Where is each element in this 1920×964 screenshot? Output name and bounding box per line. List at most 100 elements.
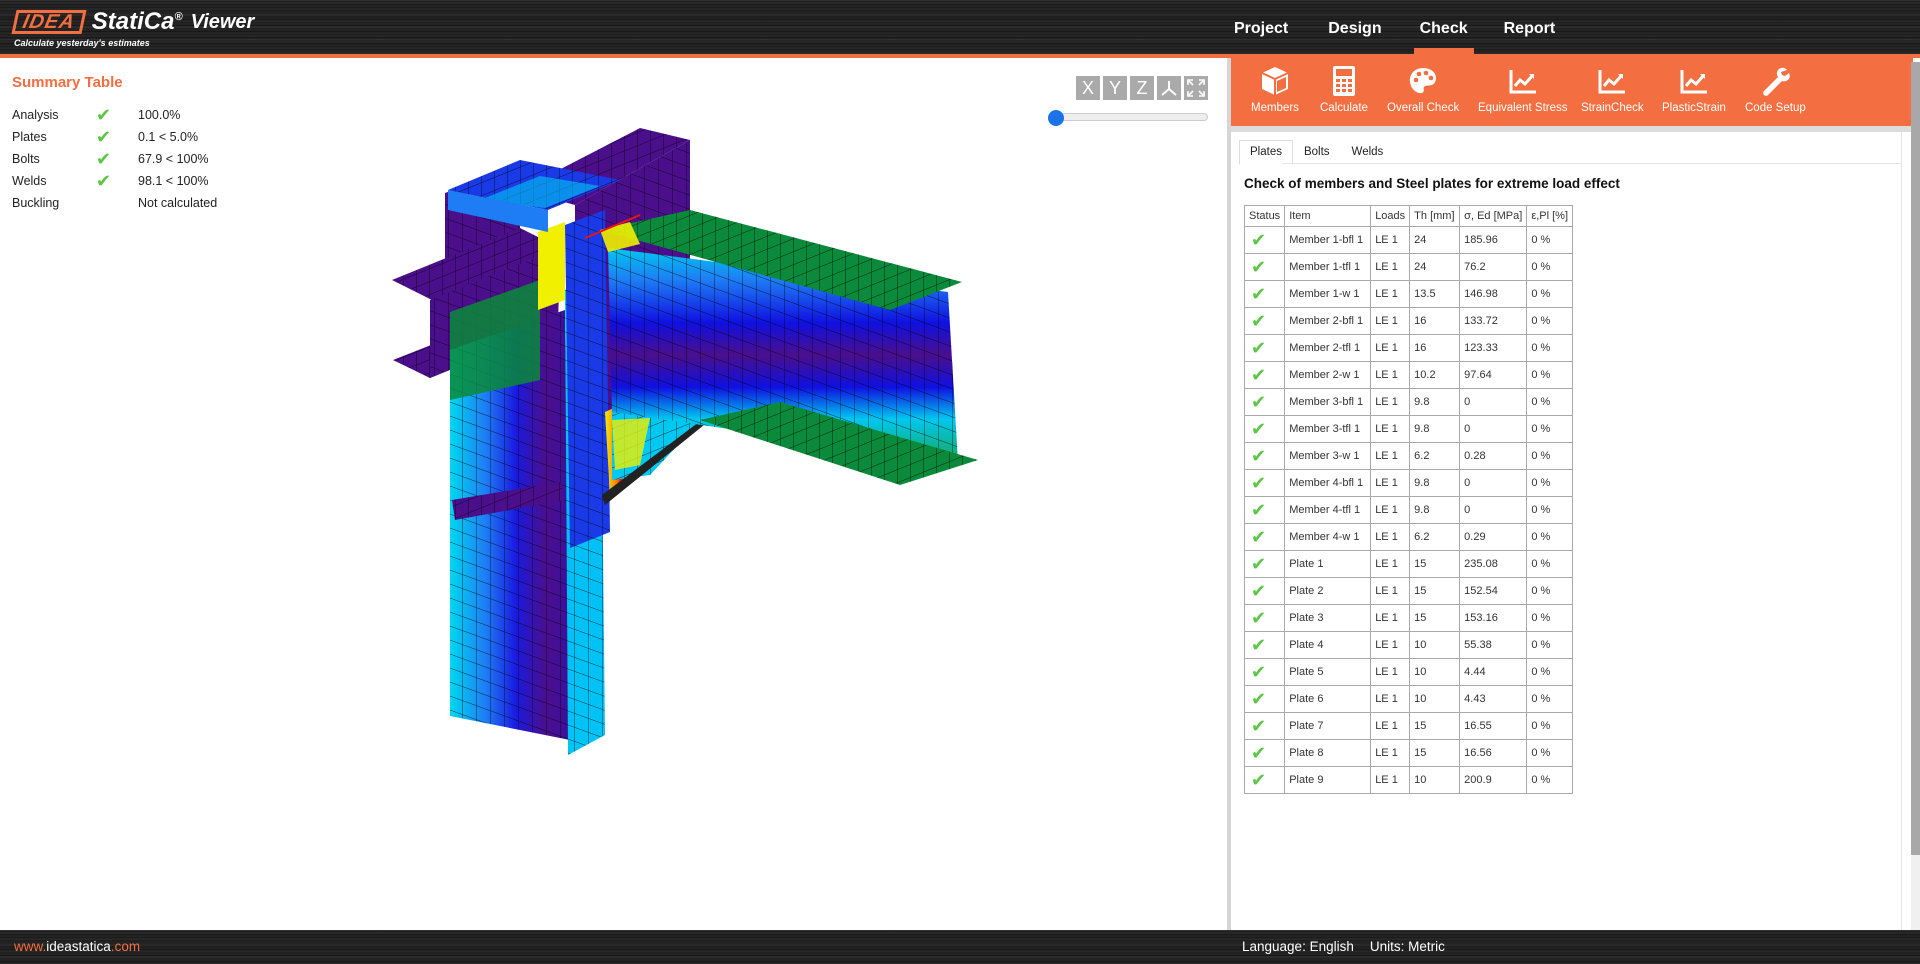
cell-item: Member 1-w 1 <box>1284 280 1372 308</box>
table-row[interactable]: ✔ Plate 2 LE 1 15 152.54 0 % <box>1243 577 1574 605</box>
cell-item: Plate 7 <box>1284 712 1372 740</box>
cell-sigma: 0 <box>1459 496 1528 524</box>
cell-item: Plate 4 <box>1284 631 1372 659</box>
cell-eps: 0 % <box>1526 226 1574 254</box>
cell-item: Member 4-w 1 <box>1284 523 1372 551</box>
table-row[interactable]: ✔ Member 4-tfl 1 LE 1 9.8 0 0 % <box>1243 496 1574 524</box>
website-link[interactable]: www.ideastatica.com <box>14 939 140 954</box>
logo-name: StatiCa® <box>91 8 183 35</box>
scrollbar-thumb[interactable] <box>1911 62 1920 855</box>
results-scrollbar[interactable] <box>1911 62 1920 930</box>
axonometric-icon[interactable] <box>1157 76 1181 100</box>
cell-th: 10 <box>1409 685 1461 713</box>
cell-th: 13.5 <box>1409 280 1461 308</box>
cell-loads: LE 1 <box>1370 415 1411 443</box>
toolbar-strain-check[interactable]: StrainCheck <box>1581 64 1644 114</box>
table-header-row: Status Item Loads Th [mm] σ, Ed [MPa] ε,… <box>1243 205 1574 227</box>
table-row[interactable]: ✔ Member 4-w 1 LE 1 6.2 0.29 0 % <box>1243 523 1574 551</box>
table-row[interactable]: ✔ Plate 5 LE 1 10 4.44 0 % <box>1243 658 1574 686</box>
cell-th: 9.8 <box>1409 469 1461 497</box>
table-row[interactable]: ✔ Member 4-bfl 1 LE 1 9.8 0 0 % <box>1243 469 1574 497</box>
table-row[interactable]: ✔ Member 3-tfl 1 LE 1 9.8 0 0 % <box>1243 415 1574 443</box>
table-row[interactable]: ✔ Plate 8 LE 1 15 16.56 0 % <box>1243 739 1574 767</box>
table-row[interactable]: ✔ Member 2-tfl 1 LE 1 16 123.33 0 % <box>1243 334 1574 362</box>
cell-sigma: 0.28 <box>1459 442 1528 470</box>
check-icon: ✔ <box>1243 469 1286 497</box>
cell-item: Plate 5 <box>1284 658 1372 686</box>
cell-loads: LE 1 <box>1370 469 1411 497</box>
toolbar-plastic-strain[interactable]: PlasticStrain <box>1662 64 1726 114</box>
fullscreen-icon[interactable] <box>1184 76 1208 100</box>
table-row[interactable]: ✔ Plate 7 LE 1 15 16.55 0 % <box>1243 712 1574 740</box>
check-icon: ✔ <box>1243 280 1286 308</box>
table-row[interactable]: ✔ Member 1-w 1 LE 1 13.5 146.98 0 % <box>1243 280 1574 308</box>
nav-check[interactable]: Check <box>1413 0 1474 54</box>
cell-sigma: 0.29 <box>1459 523 1528 551</box>
table-row[interactable]: ✔ Plate 3 LE 1 15 153.16 0 % <box>1243 604 1574 632</box>
nav-project[interactable]: Project <box>1234 0 1288 54</box>
toolbar-label: Overall Check <box>1387 102 1460 114</box>
toolbar-overall-check[interactable]: Overall Check <box>1387 64 1459 114</box>
table-row[interactable]: ✔ Member 1-bfl 1 LE 1 24 185.96 0 % <box>1243 226 1574 254</box>
cell-eps: 0 % <box>1526 550 1574 578</box>
cell-item: Plate 2 <box>1284 577 1372 605</box>
check-icon: ✔ <box>1243 388 1286 416</box>
check-toolbar: Members Calculate Overall Check Equivale… <box>1231 58 1913 132</box>
cell-loads: LE 1 <box>1370 739 1411 767</box>
check-icon: ✔ <box>1243 334 1286 362</box>
summary-row-bolts: Bolts ✔ 67.9 < 100% <box>12 148 217 170</box>
nav-design[interactable]: Design <box>1328 0 1381 54</box>
check-icon: ✔ <box>96 105 112 125</box>
cell-sigma: 16.55 <box>1459 712 1528 740</box>
cell-th: 15 <box>1409 712 1461 740</box>
table-row[interactable]: ✔ Member 3-w 1 LE 1 6.2 0.28 0 % <box>1243 442 1574 470</box>
toolbar-label: Code Setup <box>1745 102 1806 114</box>
table-row[interactable]: ✔ Member 1-tfl 1 LE 1 24 76.2 0 % <box>1243 253 1574 281</box>
table-row[interactable]: ✔ Plate 4 LE 1 10 55.38 0 % <box>1243 631 1574 659</box>
cell-eps: 0 % <box>1526 658 1574 686</box>
table-row[interactable]: ✔ Member 2-w 1 LE 1 10.2 97.64 0 % <box>1243 361 1574 389</box>
cell-eps: 0 % <box>1526 496 1574 524</box>
summary-label: Buckling <box>12 196 60 210</box>
cell-sigma: 4.44 <box>1459 658 1528 686</box>
toolbar-code-setup[interactable]: Code Setup <box>1745 64 1806 114</box>
view-x-button[interactable]: X <box>1076 76 1100 100</box>
cell-sigma: 97.64 <box>1459 361 1528 389</box>
cell-eps: 0 % <box>1526 712 1574 740</box>
app-footer: www.ideastatica.com Language: English Un… <box>0 930 1920 964</box>
tab-plates[interactable]: Plates <box>1239 140 1293 165</box>
model-viewport[interactable]: Summary Table Analysis ✔ 100.0% Plates ✔… <box>0 58 1227 930</box>
tab-bolts[interactable]: Bolts <box>1293 140 1341 165</box>
fem-model-3d[interactable] <box>380 124 1000 824</box>
tab-welds[interactable]: Welds <box>1341 140 1395 165</box>
cell-sigma: 123.33 <box>1459 334 1528 362</box>
table-row[interactable]: ✔ Plate 9 LE 1 10 200.9 0 % <box>1243 766 1574 794</box>
check-icon: ✔ <box>96 149 112 169</box>
table-row[interactable]: ✔ Member 2-bfl 1 LE 1 16 133.72 0 % <box>1243 307 1574 335</box>
view-y-button[interactable]: Y <box>1103 76 1127 100</box>
cell-loads: LE 1 <box>1370 577 1411 605</box>
plates-check-table: Status Item Loads Th [mm] σ, Ed [MPa] ε,… <box>1243 205 1574 794</box>
table-row[interactable]: ✔ Plate 1 LE 1 15 235.08 0 % <box>1243 550 1574 578</box>
check-icon: ✔ <box>1243 712 1286 740</box>
cell-loads: LE 1 <box>1370 658 1411 686</box>
units-setting[interactable]: Units: Metric <box>1370 939 1445 954</box>
cell-loads: LE 1 <box>1370 604 1411 632</box>
table-row[interactable]: ✔ Member 3-bfl 1 LE 1 9.8 0 0 % <box>1243 388 1574 416</box>
view-z-button[interactable]: Z <box>1130 76 1154 100</box>
cell-loads: LE 1 <box>1370 631 1411 659</box>
language-setting[interactable]: Language: English <box>1242 939 1354 954</box>
toolbar-equivalent-stress[interactable]: Equivalent Stress <box>1478 64 1568 114</box>
check-icon: ✔ <box>1243 550 1286 578</box>
toolbar-members[interactable]: Members <box>1251 64 1299 114</box>
toolbar-calculate[interactable]: Calculate <box>1320 64 1368 114</box>
nav-report[interactable]: Report <box>1504 0 1556 54</box>
chart-line-icon <box>1680 70 1707 94</box>
cell-sigma: 0 <box>1459 415 1528 443</box>
slider-thumb[interactable] <box>1048 110 1064 126</box>
animation-slider[interactable] <box>1048 110 1208 126</box>
table-row[interactable]: ✔ Plate 6 LE 1 10 4.43 0 % <box>1243 685 1574 713</box>
chart-line-icon <box>1598 70 1626 94</box>
cell-th: 9.8 <box>1409 496 1461 524</box>
cell-loads: LE 1 <box>1370 253 1411 281</box>
